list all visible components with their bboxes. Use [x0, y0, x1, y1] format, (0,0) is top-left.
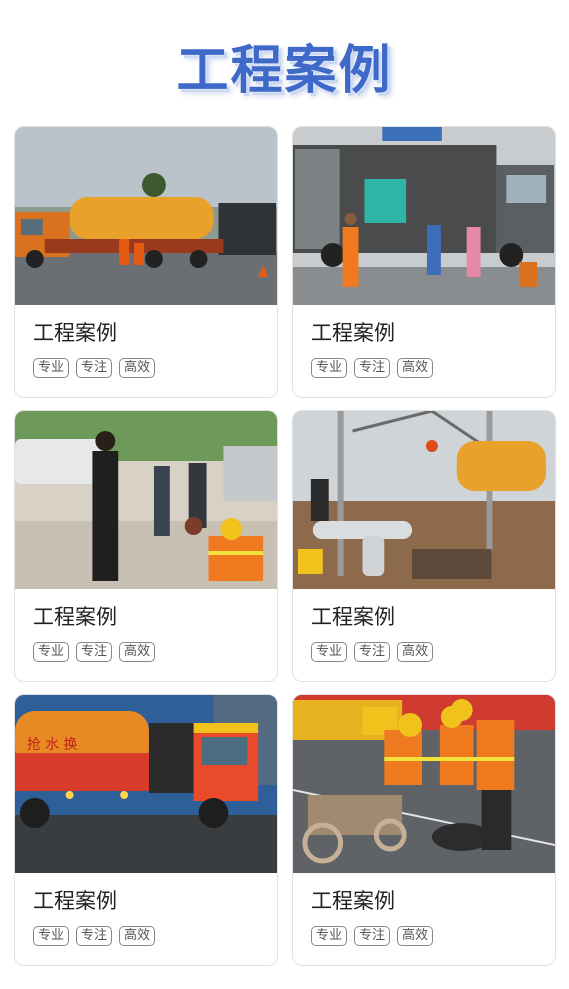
card-title: 工程案例	[311, 321, 395, 345]
excavation-site-photo	[293, 411, 555, 589]
tag: 专业	[311, 358, 348, 379]
tag-list: 专业 专注 高效	[311, 926, 537, 947]
tag: 专业	[33, 926, 70, 947]
tag: 专注	[354, 358, 391, 379]
case-card[interactable]: 工程案例 专业 专注 高效	[292, 126, 556, 398]
card-title: 工程案例	[311, 605, 395, 629]
tag: 专业	[33, 642, 70, 663]
tag: 专注	[354, 926, 391, 947]
street-workers-photo	[15, 411, 277, 589]
tag-list: 专业 专注 高效	[33, 358, 259, 379]
box-truck-workers-photo	[293, 127, 555, 305]
tag-list: 专业 专注 高效	[311, 642, 537, 663]
tag: 专注	[354, 642, 391, 663]
tag: 高效	[397, 642, 434, 663]
case-card[interactable]: 工程案例 专业 专注 高效	[292, 410, 556, 682]
sewage-truck-photo	[15, 127, 277, 305]
tanker-truck-photo: 抢 水 换	[15, 695, 277, 873]
tag: 专注	[76, 926, 113, 947]
page-title: 工程案例	[176, 41, 393, 101]
case-card[interactable]: 工程案例 专业 专注 高效	[292, 694, 556, 966]
tag-list: 专业 专注 高效	[33, 642, 259, 663]
card-title: 工程案例	[33, 605, 117, 629]
tag: 高效	[119, 358, 156, 379]
manhole-workers-photo	[293, 695, 555, 873]
tag: 专注	[76, 642, 113, 663]
case-card[interactable]: 工程案例 专业 专注 高效	[14, 410, 278, 682]
case-grid: 工程案例 专业 专注 高效 工程案例 专业 专注 高效 工程案例 专业 专注 高…	[14, 126, 556, 966]
tag-list: 专业 专注 高效	[311, 358, 537, 379]
tag: 专业	[311, 642, 348, 663]
tag: 专业	[311, 926, 348, 947]
tag: 高效	[397, 358, 434, 379]
tag: 高效	[397, 926, 434, 947]
card-title: 工程案例	[33, 889, 117, 913]
tag: 高效	[119, 926, 156, 947]
case-card[interactable]: 工程案例 专业 专注 高效	[14, 126, 278, 398]
case-card[interactable]: 抢 水 换 工程案例 专业 专注 高效	[14, 694, 278, 966]
tag-list: 专业 专注 高效	[33, 926, 259, 947]
truck-lettering: 抢 水 换	[27, 736, 78, 753]
tag: 专业	[33, 358, 70, 379]
tag: 高效	[119, 642, 156, 663]
card-title: 工程案例	[33, 321, 117, 345]
tag: 专注	[76, 358, 113, 379]
card-title: 工程案例	[311, 889, 395, 913]
